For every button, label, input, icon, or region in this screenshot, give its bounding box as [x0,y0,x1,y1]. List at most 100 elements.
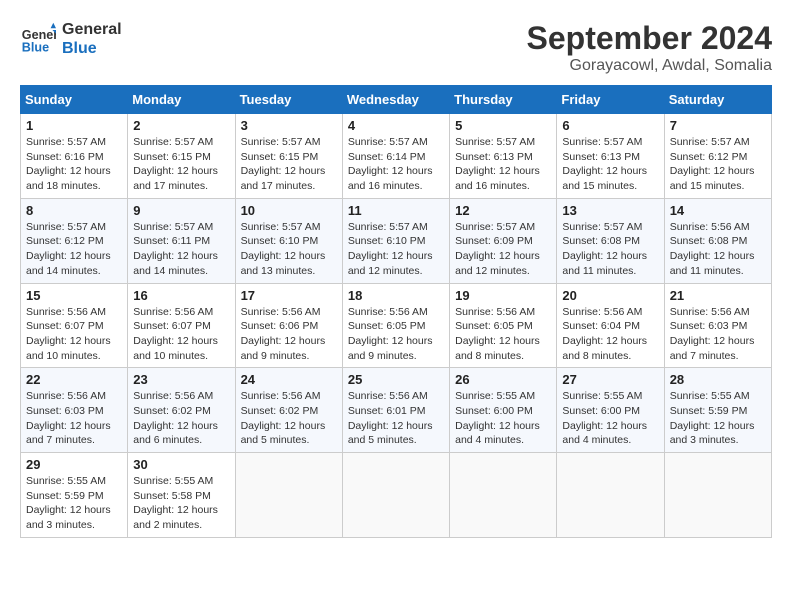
logo-line1: General [62,20,122,39]
table-row: 30 Sunrise: 5:55 AM Sunset: 5:58 PM Dayl… [128,453,235,538]
table-row: 26 Sunrise: 5:55 AM Sunset: 6:00 PM Dayl… [450,368,557,453]
day-info: Sunrise: 5:56 AM Sunset: 6:06 PM Dayligh… [241,305,337,364]
calendar-table: Sunday Monday Tuesday Wednesday Thursday… [20,85,772,538]
day-info: Sunrise: 5:57 AM Sunset: 6:16 PM Dayligh… [26,135,122,194]
header-saturday: Saturday [664,86,771,114]
day-info: Sunrise: 5:56 AM Sunset: 6:08 PM Dayligh… [670,220,766,279]
day-number: 25 [348,372,444,387]
day-number: 23 [133,372,229,387]
title-block: September 2024 Gorayacowl, Awdal, Somali… [527,20,772,75]
calendar-week-row: 15 Sunrise: 5:56 AM Sunset: 6:07 PM Dayl… [21,283,772,368]
day-info: Sunrise: 5:56 AM Sunset: 6:03 PM Dayligh… [670,305,766,364]
header-wednesday: Wednesday [342,86,449,114]
day-info: Sunrise: 5:55 AM Sunset: 6:00 PM Dayligh… [455,389,551,448]
day-info: Sunrise: 5:57 AM Sunset: 6:09 PM Dayligh… [455,220,551,279]
day-number: 6 [562,118,658,133]
calendar-subtitle: Gorayacowl, Awdal, Somalia [527,57,772,75]
table-row: 27 Sunrise: 5:55 AM Sunset: 6:00 PM Dayl… [557,368,664,453]
day-number: 22 [26,372,122,387]
day-info: Sunrise: 5:56 AM Sunset: 6:05 PM Dayligh… [348,305,444,364]
logo-icon: General Blue [20,21,56,57]
header-tuesday: Tuesday [235,86,342,114]
day-number: 2 [133,118,229,133]
day-info: Sunrise: 5:57 AM Sunset: 6:15 PM Dayligh… [241,135,337,194]
header-thursday: Thursday [450,86,557,114]
svg-text:Blue: Blue [22,41,49,55]
calendar-week-row: 29 Sunrise: 5:55 AM Sunset: 5:59 PM Dayl… [21,453,772,538]
table-row: 7 Sunrise: 5:57 AM Sunset: 6:12 PM Dayli… [664,114,771,199]
day-number: 20 [562,288,658,303]
day-info: Sunrise: 5:56 AM Sunset: 6:01 PM Dayligh… [348,389,444,448]
day-info: Sunrise: 5:55 AM Sunset: 5:59 PM Dayligh… [670,389,766,448]
day-number: 3 [241,118,337,133]
day-info: Sunrise: 5:56 AM Sunset: 6:05 PM Dayligh… [455,305,551,364]
header-friday: Friday [557,86,664,114]
day-number: 27 [562,372,658,387]
day-info: Sunrise: 5:56 AM Sunset: 6:04 PM Dayligh… [562,305,658,364]
table-row: 9 Sunrise: 5:57 AM Sunset: 6:11 PM Dayli… [128,198,235,283]
table-row: 10 Sunrise: 5:57 AM Sunset: 6:10 PM Dayl… [235,198,342,283]
day-number: 14 [670,203,766,218]
day-info: Sunrise: 5:57 AM Sunset: 6:13 PM Dayligh… [455,135,551,194]
logo-line2: Blue [62,39,122,58]
table-row: 1 Sunrise: 5:57 AM Sunset: 6:16 PM Dayli… [21,114,128,199]
day-number: 26 [455,372,551,387]
weekday-header-row: Sunday Monday Tuesday Wednesday Thursday… [21,86,772,114]
table-row: 20 Sunrise: 5:56 AM Sunset: 6:04 PM Dayl… [557,283,664,368]
table-row: 29 Sunrise: 5:55 AM Sunset: 5:59 PM Dayl… [21,453,128,538]
table-row: 24 Sunrise: 5:56 AM Sunset: 6:02 PM Dayl… [235,368,342,453]
day-number: 19 [455,288,551,303]
table-row: 22 Sunrise: 5:56 AM Sunset: 6:03 PM Dayl… [21,368,128,453]
day-number: 30 [133,457,229,472]
calendar-week-row: 22 Sunrise: 5:56 AM Sunset: 6:03 PM Dayl… [21,368,772,453]
table-row: 6 Sunrise: 5:57 AM Sunset: 6:13 PM Dayli… [557,114,664,199]
day-number: 16 [133,288,229,303]
day-info: Sunrise: 5:57 AM Sunset: 6:11 PM Dayligh… [133,220,229,279]
table-row: 28 Sunrise: 5:55 AM Sunset: 5:59 PM Dayl… [664,368,771,453]
calendar-week-row: 1 Sunrise: 5:57 AM Sunset: 6:16 PM Dayli… [21,114,772,199]
day-number: 9 [133,203,229,218]
day-info: Sunrise: 5:57 AM Sunset: 6:12 PM Dayligh… [26,220,122,279]
table-row: 16 Sunrise: 5:56 AM Sunset: 6:07 PM Dayl… [128,283,235,368]
day-number: 15 [26,288,122,303]
day-info: Sunrise: 5:56 AM Sunset: 6:07 PM Dayligh… [133,305,229,364]
page-header: General Blue General Blue September 2024… [20,20,772,75]
day-number: 24 [241,372,337,387]
day-info: Sunrise: 5:57 AM Sunset: 6:12 PM Dayligh… [670,135,766,194]
table-row: 23 Sunrise: 5:56 AM Sunset: 6:02 PM Dayl… [128,368,235,453]
day-number: 5 [455,118,551,133]
table-row: 18 Sunrise: 5:56 AM Sunset: 6:05 PM Dayl… [342,283,449,368]
day-info: Sunrise: 5:57 AM Sunset: 6:13 PM Dayligh… [562,135,658,194]
day-number: 12 [455,203,551,218]
table-row: 17 Sunrise: 5:56 AM Sunset: 6:06 PM Dayl… [235,283,342,368]
day-number: 13 [562,203,658,218]
day-info: Sunrise: 5:57 AM Sunset: 6:14 PM Dayligh… [348,135,444,194]
day-info: Sunrise: 5:56 AM Sunset: 6:03 PM Dayligh… [26,389,122,448]
day-number: 11 [348,203,444,218]
day-info: Sunrise: 5:55 AM Sunset: 6:00 PM Dayligh… [562,389,658,448]
table-row [664,453,771,538]
calendar-title: September 2024 [527,20,772,57]
table-row: 3 Sunrise: 5:57 AM Sunset: 6:15 PM Dayli… [235,114,342,199]
table-row [342,453,449,538]
day-info: Sunrise: 5:56 AM Sunset: 6:02 PM Dayligh… [241,389,337,448]
day-number: 4 [348,118,444,133]
logo: General Blue General Blue [20,20,122,58]
table-row [557,453,664,538]
day-info: Sunrise: 5:55 AM Sunset: 5:59 PM Dayligh… [26,474,122,533]
table-row [450,453,557,538]
header-sunday: Sunday [21,86,128,114]
table-row: 2 Sunrise: 5:57 AM Sunset: 6:15 PM Dayli… [128,114,235,199]
table-row: 13 Sunrise: 5:57 AM Sunset: 6:08 PM Dayl… [557,198,664,283]
table-row: 14 Sunrise: 5:56 AM Sunset: 6:08 PM Dayl… [664,198,771,283]
table-row: 21 Sunrise: 5:56 AM Sunset: 6:03 PM Dayl… [664,283,771,368]
day-info: Sunrise: 5:57 AM Sunset: 6:10 PM Dayligh… [241,220,337,279]
day-info: Sunrise: 5:57 AM Sunset: 6:15 PM Dayligh… [133,135,229,194]
table-row: 12 Sunrise: 5:57 AM Sunset: 6:09 PM Dayl… [450,198,557,283]
day-number: 18 [348,288,444,303]
day-number: 8 [26,203,122,218]
table-row: 8 Sunrise: 5:57 AM Sunset: 6:12 PM Dayli… [21,198,128,283]
day-info: Sunrise: 5:57 AM Sunset: 6:08 PM Dayligh… [562,220,658,279]
table-row: 25 Sunrise: 5:56 AM Sunset: 6:01 PM Dayl… [342,368,449,453]
header-monday: Monday [128,86,235,114]
